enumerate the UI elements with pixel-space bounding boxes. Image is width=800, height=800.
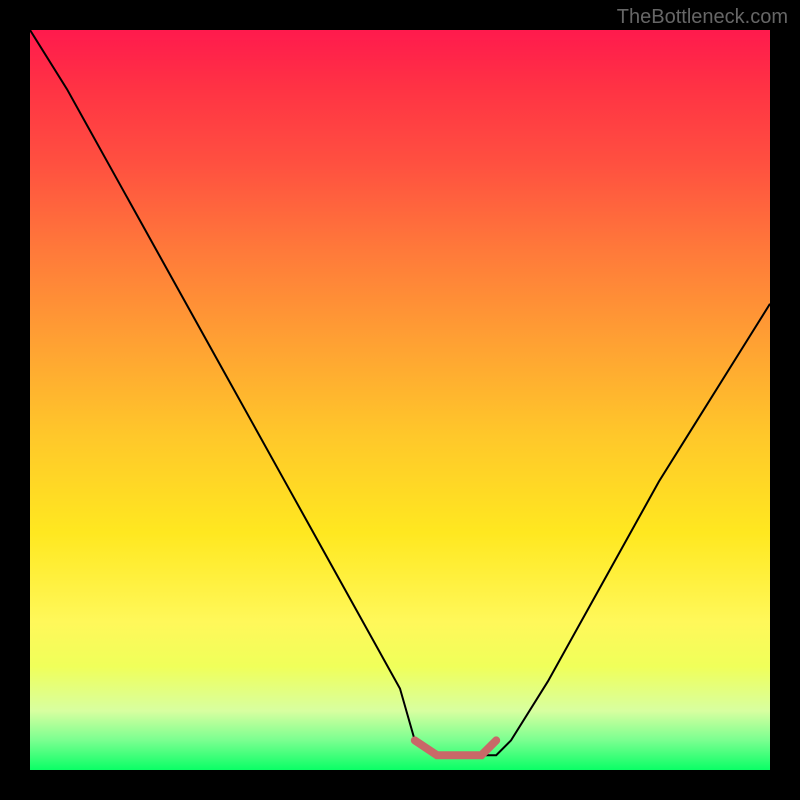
- chart-area: [30, 30, 770, 770]
- main-curve: [30, 30, 770, 755]
- flat-segment: [415, 740, 496, 755]
- chart-svg: [30, 30, 770, 770]
- watermark-label: TheBottleneck.com: [617, 6, 788, 29]
